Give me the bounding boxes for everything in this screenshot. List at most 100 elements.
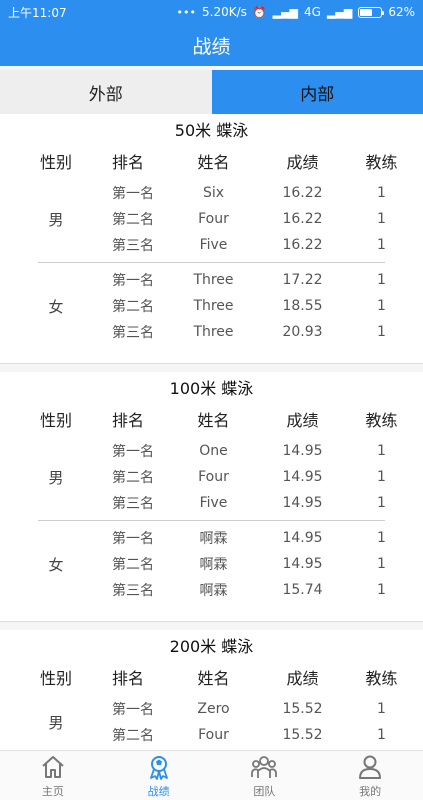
table-row: 第三名 Three 20.93 1 xyxy=(112,319,423,345)
table-row: 第二名 Three 18.55 1 xyxy=(112,293,423,319)
table-row: 第三名 Five 16.22 1 xyxy=(112,232,423,258)
name-cell: 啊霖 xyxy=(199,583,228,599)
score-cell: 20.93 xyxy=(282,324,323,340)
header-gender: 性别 xyxy=(39,153,72,172)
gender-label: 女 xyxy=(48,555,64,574)
event-section: 200米 蝶泳 性别 排名 姓名 成绩 教练男 第一名 Zero 15.52 1 第二名 Four 15… xyxy=(0,630,423,750)
coach-cell: 1 xyxy=(377,495,386,511)
table-header: 性别 排名 姓名 成绩 教练 xyxy=(0,400,423,438)
table-row: 第一名 Three 17.22 1 xyxy=(112,267,423,293)
name-cell: Five xyxy=(199,237,228,253)
coach-cell: 1 xyxy=(377,185,386,201)
event-section: 100米 蝶泳 性别 排名 姓名 成绩 教练男第一名 One 14.95 1 第二名 Four 14.… xyxy=(0,372,423,622)
tab-outer[interactable]: 外部 xyxy=(0,70,212,114)
battery-icon xyxy=(358,6,385,18)
name-cell: Six xyxy=(202,185,225,201)
score-cell: 14.95 xyxy=(282,495,323,511)
score-cell: 14.95 xyxy=(282,556,323,572)
coach-cell: 1 xyxy=(377,324,386,340)
score-cell: 17.22 xyxy=(282,272,323,288)
score-cell: 15.52 xyxy=(282,701,323,717)
title-bar: 战绩 xyxy=(0,24,423,66)
event-title: 100米 蝶泳 xyxy=(169,379,254,398)
rank-cell: 第一名 xyxy=(112,702,154,718)
score-cell: 16.22 xyxy=(282,237,323,253)
table-row: 第三名 Five 14.95 1 xyxy=(112,490,423,516)
group-rows: 第一名 Three 17.22 1 第二名 Three 18.55 1 第三名 Three 20.9… xyxy=(112,267,423,345)
medal-icon xyxy=(149,755,168,780)
nav-results[interactable]: 战绩 xyxy=(106,751,212,800)
coach-cell: 1 xyxy=(377,237,386,253)
header-rank: 排名 xyxy=(112,153,145,172)
more-dots-icon: ••• xyxy=(176,5,197,19)
name-cell: Five xyxy=(199,495,228,511)
header-coach: 教练 xyxy=(365,669,398,688)
signal-icon-2: ▂▄▆ xyxy=(326,5,353,19)
bottom-nav: 主页 战绩 团队 我的 xyxy=(0,750,423,800)
rank-cell: 第三名 xyxy=(112,325,154,341)
coach-cell: 1 xyxy=(377,727,386,743)
name-cell: Three xyxy=(193,272,234,288)
header-coach: 教练 xyxy=(365,153,398,172)
score-cell: 15.74 xyxy=(282,582,323,598)
score-cell: 14.95 xyxy=(282,530,323,546)
gender-label: 男 xyxy=(48,210,64,229)
event-title: 200米 蝶泳 xyxy=(169,637,254,656)
alarm-icon: ⏰ xyxy=(252,5,267,19)
coach-cell: 1 xyxy=(377,443,386,459)
header-score: 成绩 xyxy=(286,153,319,172)
name-cell: 啊霖 xyxy=(199,557,228,573)
nav-team-label: 团队 xyxy=(253,784,276,798)
network-type: 4G xyxy=(304,5,321,19)
name-cell: Four xyxy=(198,211,229,227)
rank-cell: 第一名 xyxy=(112,531,154,547)
network-speed: 5.20K/s xyxy=(202,5,247,19)
name-cell: 啊霖 xyxy=(199,531,228,547)
tab-bar: 外部 内部 xyxy=(0,70,423,114)
battery-percent: 62% xyxy=(388,5,415,19)
score-cell: 16.22 xyxy=(282,185,323,201)
name-cell: Zero xyxy=(197,701,230,717)
home-icon xyxy=(42,755,64,778)
table-header: 性别 排名 姓名 成绩 教练 xyxy=(0,658,423,696)
rank-cell: 第三名 xyxy=(112,496,154,512)
score-cell: 18.55 xyxy=(282,298,323,314)
nav-home[interactable]: 主页 xyxy=(0,751,106,800)
header-name: 姓名 xyxy=(197,153,230,172)
table-row: 第二名 啊霖 14.95 1 xyxy=(112,551,423,577)
rank-cell: 第二名 xyxy=(112,212,154,228)
rank-cell: 第一名 xyxy=(112,444,154,460)
header-rank: 排名 xyxy=(112,411,145,430)
name-cell: One xyxy=(199,443,228,459)
results-list[interactable]: 50米 蝶泳 性别 排名 姓名 成绩 教练男第一名 Six 16.22 1 第二名 Four 16.2… xyxy=(0,114,423,750)
header-gender: 性别 xyxy=(39,411,72,430)
header-score: 成绩 xyxy=(286,669,319,688)
table-row: 第二名 Four 14.95 1 xyxy=(112,464,423,490)
tab-outer-label: 外部 xyxy=(88,84,123,105)
coach-cell: 1 xyxy=(377,469,386,485)
header-score: 成绩 xyxy=(286,411,319,430)
group-rows: 第一名 One 14.95 1 第二名 Four 14.95 1 第三名 Five 14.95 1 xyxy=(112,438,423,516)
table-row: 第一名 Zero 15.52 1 xyxy=(112,696,423,722)
user-icon xyxy=(359,755,382,779)
tab-inner[interactable]: 内部 xyxy=(211,70,423,114)
group-divider xyxy=(38,262,385,263)
table-row: 第二名 Four 16.22 1 xyxy=(112,206,423,232)
rank-cell: 第一名 xyxy=(112,186,154,202)
table-row: 第一名 One 14.95 1 xyxy=(112,438,423,464)
rank-cell: 第二名 xyxy=(112,299,154,315)
gender-label: 女 xyxy=(48,297,64,316)
nav-team[interactable]: 团队 xyxy=(212,751,318,800)
header-gender: 性别 xyxy=(39,669,72,688)
name-cell: Four xyxy=(198,469,229,485)
status-time: 上午11:07 xyxy=(8,5,67,20)
gender-label: 男 xyxy=(48,713,64,732)
header-name: 姓名 xyxy=(197,411,230,430)
rank-cell: 第二名 xyxy=(112,470,154,486)
rank-cell: 第三名 xyxy=(112,583,154,599)
group-rows: 第一名 Zero 15.52 1 第二名 Four 15.52 1 xyxy=(112,696,423,748)
team-icon xyxy=(251,755,278,778)
nav-mine[interactable]: 我的 xyxy=(317,751,423,800)
table-row: 第二名 Four 15.52 1 xyxy=(112,722,423,748)
name-cell: Three xyxy=(193,324,234,340)
